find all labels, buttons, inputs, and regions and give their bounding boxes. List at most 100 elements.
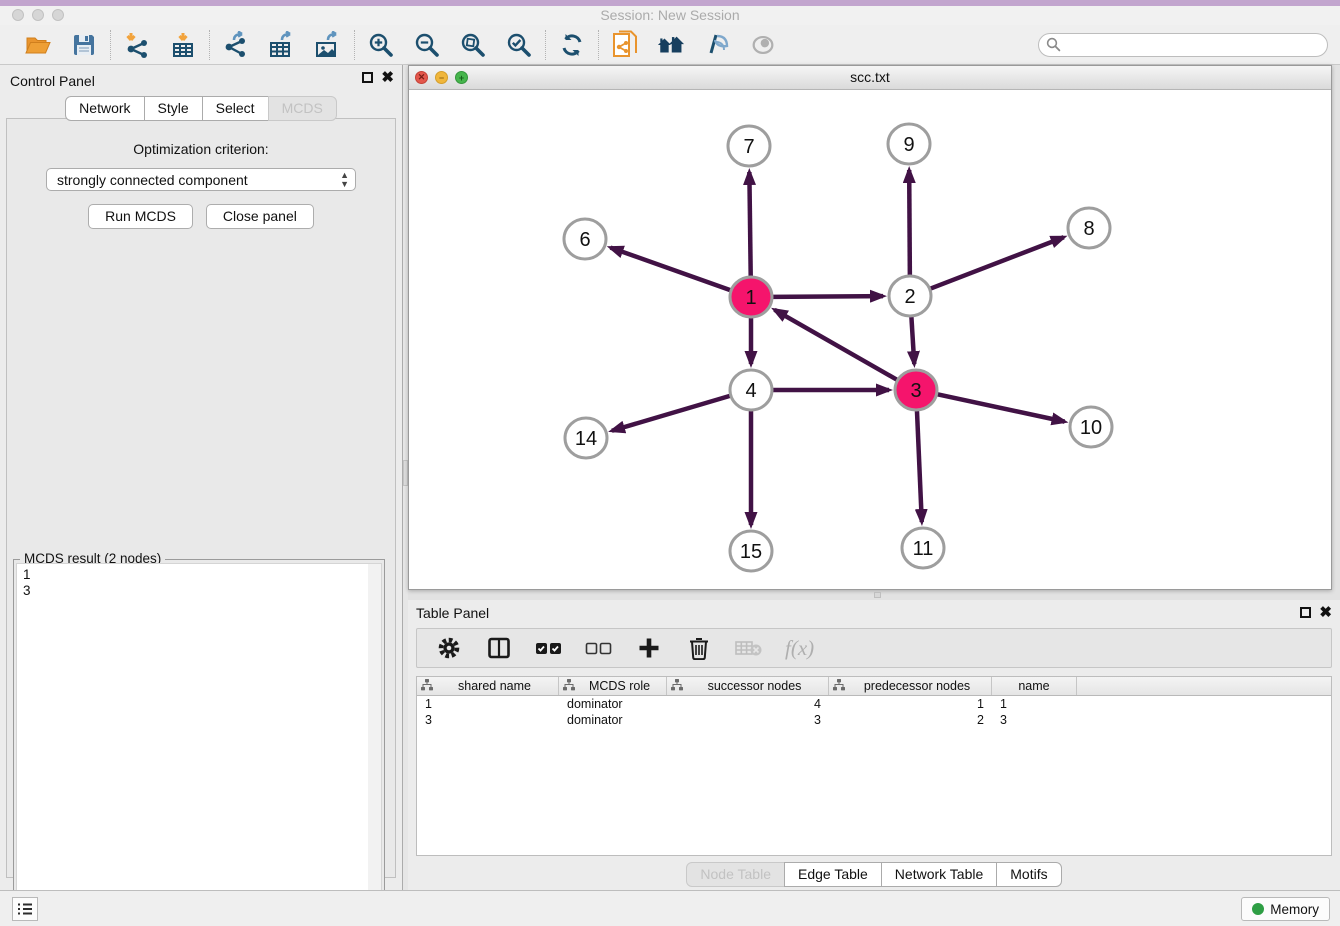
table-tab-motifs[interactable]: Motifs (996, 862, 1061, 887)
refresh-icon[interactable] (558, 31, 586, 59)
svg-text:6: 6 (579, 229, 590, 251)
zoom-out-icon[interactable] (413, 31, 441, 59)
graph-node-6[interactable]: 6 (564, 219, 606, 259)
graph-edge-3-10[interactable] (938, 394, 1065, 421)
graph-node-9[interactable]: 9 (888, 124, 930, 164)
export-table-icon[interactable] (268, 31, 296, 59)
table-panel-title: Table Panel (416, 605, 489, 621)
graph-node-7[interactable]: 7 (728, 126, 770, 166)
tab-network[interactable]: Network (65, 96, 144, 121)
graph-edge-1-2[interactable] (773, 296, 883, 297)
svg-text:8: 8 (1083, 218, 1094, 240)
create-column-plus-icon[interactable] (635, 634, 663, 662)
graph-edge-1-7[interactable] (749, 172, 750, 276)
graph-node-8[interactable]: 8 (1068, 208, 1110, 248)
graph-node-2[interactable]: 2 (889, 276, 931, 316)
graph-node-4[interactable]: 4 (730, 370, 772, 410)
float-panel-icon[interactable] (362, 72, 373, 83)
close-panel-button[interactable]: Close panel (206, 204, 314, 229)
graph-node-11[interactable]: 11 (902, 528, 944, 568)
graph-node-3[interactable]: 3 (895, 370, 937, 410)
cell-name[interactable]: 3 (992, 712, 1077, 728)
cell-shared-name[interactable]: 3 (417, 712, 559, 728)
svg-text:9: 9 (903, 134, 914, 156)
zoom-in-icon[interactable] (367, 31, 395, 59)
cell-successor-nodes[interactable]: 3 (667, 712, 829, 728)
memory-status-icon (1252, 903, 1264, 915)
cell-successor-nodes[interactable]: 4 (667, 696, 829, 712)
network-window-titlebar[interactable]: ✕ − + scc.txt (409, 66, 1331, 90)
tab-style[interactable]: Style (144, 96, 203, 121)
table-tab-network-table[interactable]: Network Table (881, 862, 997, 887)
show-column-panel-icon[interactable] (485, 634, 513, 662)
cell-name[interactable]: 1 (992, 696, 1077, 712)
table-tab-node-table[interactable]: Node Table (686, 862, 785, 887)
hierarchy-icon (563, 679, 577, 694)
graph-edge-3-11[interactable] (917, 411, 922, 522)
graph-edge-1-6[interactable] (610, 248, 730, 290)
close-panel-icon[interactable]: ✖ (1319, 607, 1332, 618)
select-all-rows-icon[interactable] (535, 634, 563, 662)
horizontal-splitter[interactable] (408, 590, 1340, 600)
delete-column-trash-icon[interactable] (685, 634, 713, 662)
open-folder-icon[interactable] (24, 31, 52, 59)
graph-node-15[interactable]: 15 (730, 531, 772, 571)
network-from-document-icon[interactable] (611, 31, 639, 59)
column-header-predecessor-nodes[interactable]: predecessor nodes (829, 677, 992, 695)
graph-edge-2-9[interactable] (909, 170, 910, 275)
column-header-shared-name[interactable]: shared name (417, 677, 559, 695)
graph-edge-3-1[interactable] (775, 310, 897, 380)
result-scrollbar[interactable] (368, 564, 381, 926)
graph-node-10[interactable]: 10 (1070, 407, 1112, 447)
export-network-icon[interactable] (222, 31, 250, 59)
table-toolbar: f(x) (416, 628, 1332, 668)
table-tabs: Node TableEdge TableNetwork TableMotifs (408, 862, 1340, 887)
memory-label: Memory (1270, 902, 1319, 917)
float-panel-icon[interactable] (1300, 607, 1311, 618)
eye-icon (749, 31, 777, 59)
column-header-successor-nodes[interactable]: successor nodes (667, 677, 829, 695)
graph-node-1[interactable]: 1 (730, 277, 772, 317)
show-tasks-button[interactable] (12, 897, 38, 921)
export-image-icon[interactable] (314, 31, 342, 59)
table-settings-gear-icon[interactable] (435, 634, 463, 662)
cell-predecessor-nodes[interactable]: 2 (829, 712, 992, 728)
table-row[interactable]: 1dominator411 (417, 696, 1331, 712)
apply-style-icon[interactable] (703, 31, 731, 59)
import-table-icon[interactable] (169, 31, 197, 59)
tab-select[interactable]: Select (202, 96, 269, 121)
column-header-name[interactable]: name (992, 677, 1077, 695)
tab-mcds[interactable]: MCDS (268, 96, 337, 121)
close-panel-icon[interactable]: ✖ (381, 72, 394, 83)
splitter-handle[interactable] (874, 592, 881, 598)
zoom-selected-icon[interactable] (505, 31, 533, 59)
search-field[interactable] (1038, 33, 1328, 57)
application-window: Session: New Session (0, 0, 1340, 926)
column-header-mcds-role[interactable]: MCDS role (559, 677, 667, 695)
criterion-select[interactable]: strongly connected component ▲▼ (46, 168, 356, 191)
network-canvas[interactable]: 7 9 6 8 1 2 4 3 14 10 15 11 (409, 90, 1331, 589)
table-row[interactable]: 3dominator323 (417, 712, 1331, 728)
control-panel-tabs: NetworkStyleSelectMCDS (0, 96, 402, 121)
cell-predecessor-nodes[interactable]: 1 (829, 696, 992, 712)
mcds-result-list: 13 (16, 563, 382, 926)
cell-mcds-role[interactable]: dominator (559, 712, 667, 728)
memory-button[interactable]: Memory (1241, 897, 1330, 921)
save-icon[interactable] (70, 31, 98, 59)
import-network-icon[interactable] (123, 31, 151, 59)
home-icon[interactable] (657, 31, 685, 59)
graph-edge-2-8[interactable] (931, 237, 1064, 288)
list-icon (17, 902, 33, 916)
run-mcds-button[interactable]: Run MCDS (88, 204, 193, 229)
graph-node-14[interactable]: 14 (565, 418, 607, 458)
graph-edge-4-14[interactable] (612, 396, 730, 431)
deselect-all-rows-icon[interactable] (585, 634, 613, 662)
zoom-fit-icon[interactable] (459, 31, 487, 59)
table-tab-edge-table[interactable]: Edge Table (784, 862, 882, 887)
cell-mcds-role[interactable]: dominator (559, 696, 667, 712)
cell-shared-name[interactable]: 1 (417, 696, 559, 712)
graph-edge-2-3[interactable] (911, 317, 914, 364)
search-input[interactable] (1065, 35, 1327, 55)
svg-text:4: 4 (745, 380, 756, 402)
status-bar: Memory (0, 890, 1340, 926)
